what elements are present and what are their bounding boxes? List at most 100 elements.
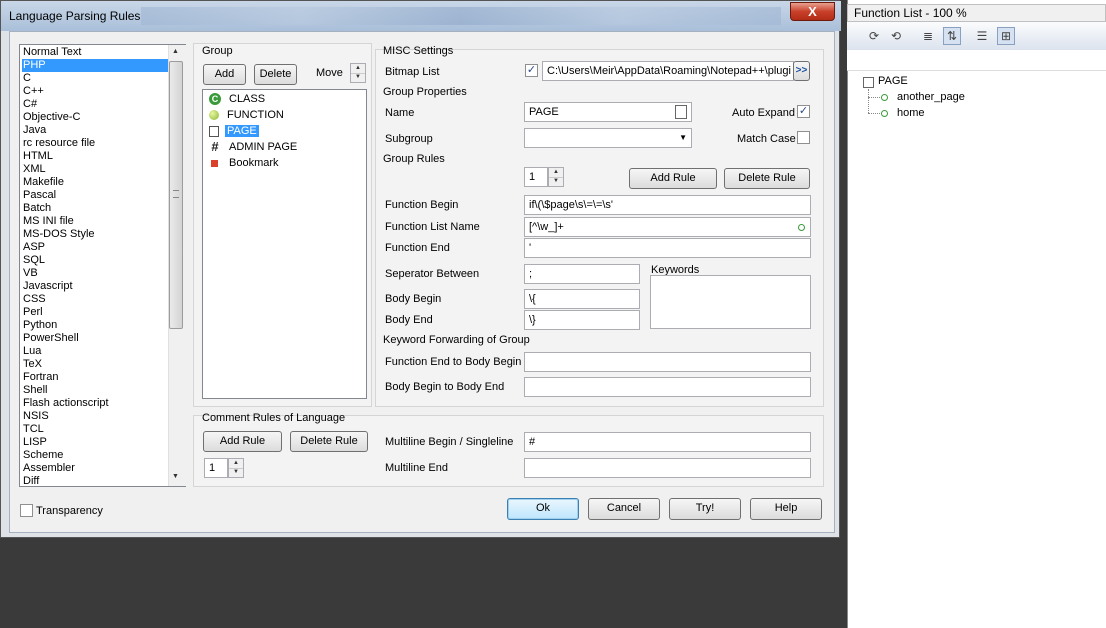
transparency-label: Transparency: [36, 505, 103, 517]
language-item[interactable]: PHP: [22, 59, 169, 72]
close-button[interactable]: X: [790, 2, 835, 21]
group-list[interactable]: C CLASS FUNCTION PAGE # ADMIN PAGE Bookmark: [202, 89, 367, 399]
group-list-item[interactable]: C CLASS: [209, 91, 267, 107]
language-item[interactable]: VB: [22, 267, 169, 280]
language-item[interactable]: C++: [22, 85, 169, 98]
function-begin-field[interactable]: if\(\$page\s\=\=\s': [524, 195, 811, 215]
group-add-button[interactable]: Add: [203, 64, 246, 85]
group-delete-button[interactable]: Delete: [254, 64, 297, 85]
bb-to-be-field[interactable]: [524, 377, 811, 397]
sort-alpha-icon[interactable]: ⇅: [943, 27, 961, 45]
group-list-item[interactable]: PAGE: [209, 123, 259, 139]
comment-rule-index-field[interactable]: 1: [204, 458, 228, 478]
list-view-icon[interactable]: ☰: [973, 27, 991, 45]
scroll-up-arrow-icon[interactable]: ▲: [172, 48, 179, 55]
comment-delete-rule-button[interactable]: Delete Rule: [290, 431, 368, 452]
language-item[interactable]: NSIS: [22, 410, 169, 423]
language-item[interactable]: CSS: [22, 293, 169, 306]
dialog-title-bar[interactable]: Language Parsing Rules X: [1, 1, 841, 31]
tree-view-icon[interactable]: ⊞: [997, 27, 1015, 45]
move-spinner[interactable]: ▲ ▼: [350, 63, 366, 83]
language-item[interactable]: MS INI file: [22, 215, 169, 228]
language-list[interactable]: Normal Text PHP C C++ C# Objective-C Java rc re…: [19, 44, 186, 487]
chevron-down-icon[interactable]: ▼: [679, 129, 687, 147]
tree-item-home[interactable]: home: [897, 107, 925, 119]
fe-to-bb-field[interactable]: [524, 352, 811, 372]
language-item[interactable]: MS-DOS Style: [22, 228, 169, 241]
refresh-all-icon[interactable]: ⟲: [887, 27, 905, 45]
function-list-filter[interactable]: [847, 50, 1106, 71]
group-rule-spinner[interactable]: ▲ ▼: [548, 167, 564, 187]
language-item[interactable]: Java: [22, 124, 169, 137]
group-list-item[interactable]: FUNCTION: [209, 107, 286, 123]
language-item[interactable]: Flash actionscript: [22, 397, 169, 410]
language-item[interactable]: Shell: [22, 384, 169, 397]
language-item[interactable]: Scheme: [22, 449, 169, 462]
keywords-field[interactable]: [650, 275, 811, 329]
language-item[interactable]: rc resource file: [22, 137, 169, 150]
refresh-icon[interactable]: ⟳: [865, 27, 883, 45]
tree-item-another-page[interactable]: another_page: [897, 91, 965, 103]
body-begin-field[interactable]: \{: [524, 289, 640, 309]
multiline-begin-field[interactable]: #: [524, 432, 811, 452]
language-item[interactable]: Fortran: [22, 371, 169, 384]
body-end-field[interactable]: \}: [524, 310, 640, 330]
language-item[interactable]: Assembler: [22, 462, 169, 475]
language-list-scroll-thumb[interactable]: [169, 61, 183, 329]
ok-button[interactable]: Ok: [507, 498, 579, 520]
function-list-name-field[interactable]: [^\w_]+: [524, 217, 811, 237]
language-item[interactable]: Pascal: [22, 189, 169, 202]
language-item[interactable]: Diff: [22, 475, 169, 486]
group-add-rule-button[interactable]: Add Rule: [629, 168, 717, 189]
language-item[interactable]: Normal Text: [22, 46, 169, 59]
function-ball-icon: [209, 110, 219, 121]
language-item[interactable]: Python: [22, 319, 169, 332]
move-down-icon[interactable]: ▼: [351, 73, 365, 82]
page-icon[interactable]: [675, 105, 687, 119]
sort-icon[interactable]: ≣: [919, 27, 937, 45]
language-item[interactable]: Makefile: [22, 176, 169, 189]
try-button[interactable]: Try!: [669, 498, 741, 520]
language-item[interactable]: Lua: [22, 345, 169, 358]
browse-button[interactable]: >>: [793, 61, 810, 81]
bitmap-path-field[interactable]: C:\Users\Meir\AppData\Roaming\Notepad++\…: [542, 61, 794, 81]
group-rule-index-field[interactable]: 1: [524, 167, 548, 187]
group-list-item[interactable]: Bookmark: [209, 155, 281, 171]
bitmap-list-checkbox[interactable]: ✓: [525, 64, 538, 77]
auto-expand-label: Auto Expand: [732, 107, 795, 119]
group-list-item[interactable]: # ADMIN PAGE: [209, 139, 299, 155]
language-item[interactable]: C#: [22, 98, 169, 111]
cancel-button[interactable]: Cancel: [588, 498, 660, 520]
separator-field[interactable]: ;: [524, 264, 640, 284]
function-end-field[interactable]: ': [524, 238, 811, 258]
language-item[interactable]: SQL: [22, 254, 169, 267]
scroll-down-arrow-icon[interactable]: ▼: [172, 473, 179, 480]
comment-rule-spinner[interactable]: ▲ ▼: [228, 458, 244, 478]
spinner-down-icon[interactable]: ▼: [229, 468, 243, 477]
match-case-checkbox[interactable]: [797, 131, 810, 144]
comment-add-rule-button[interactable]: Add Rule: [203, 431, 282, 452]
language-item[interactable]: HTML: [22, 150, 169, 163]
language-item[interactable]: Batch: [22, 202, 169, 215]
auto-expand-checkbox[interactable]: ✓: [797, 105, 810, 118]
language-item[interactable]: TCL: [22, 423, 169, 436]
language-item[interactable]: LISP: [22, 436, 169, 449]
separator-label: Seperator Between: [385, 268, 480, 280]
language-item[interactable]: TeX: [22, 358, 169, 371]
language-item[interactable]: C: [22, 72, 169, 85]
subgroup-select[interactable]: ▼: [524, 128, 692, 148]
multiline-end-field[interactable]: [524, 458, 811, 478]
language-item[interactable]: Perl: [22, 306, 169, 319]
language-item[interactable]: PowerShell: [22, 332, 169, 345]
group-delete-rule-button[interactable]: Delete Rule: [724, 168, 810, 189]
transparency-checkbox[interactable]: [20, 504, 33, 517]
misc-settings-header: MISC Settings: [383, 45, 454, 57]
help-button[interactable]: Help: [750, 498, 822, 520]
tree-root-page[interactable]: PAGE: [878, 75, 908, 87]
spinner-down-icon[interactable]: ▼: [549, 177, 563, 186]
group-name-field[interactable]: PAGE: [524, 102, 692, 122]
language-item[interactable]: Objective-C: [22, 111, 169, 124]
language-item[interactable]: Javascript: [22, 280, 169, 293]
language-item[interactable]: XML: [22, 163, 169, 176]
language-item[interactable]: ASP: [22, 241, 169, 254]
